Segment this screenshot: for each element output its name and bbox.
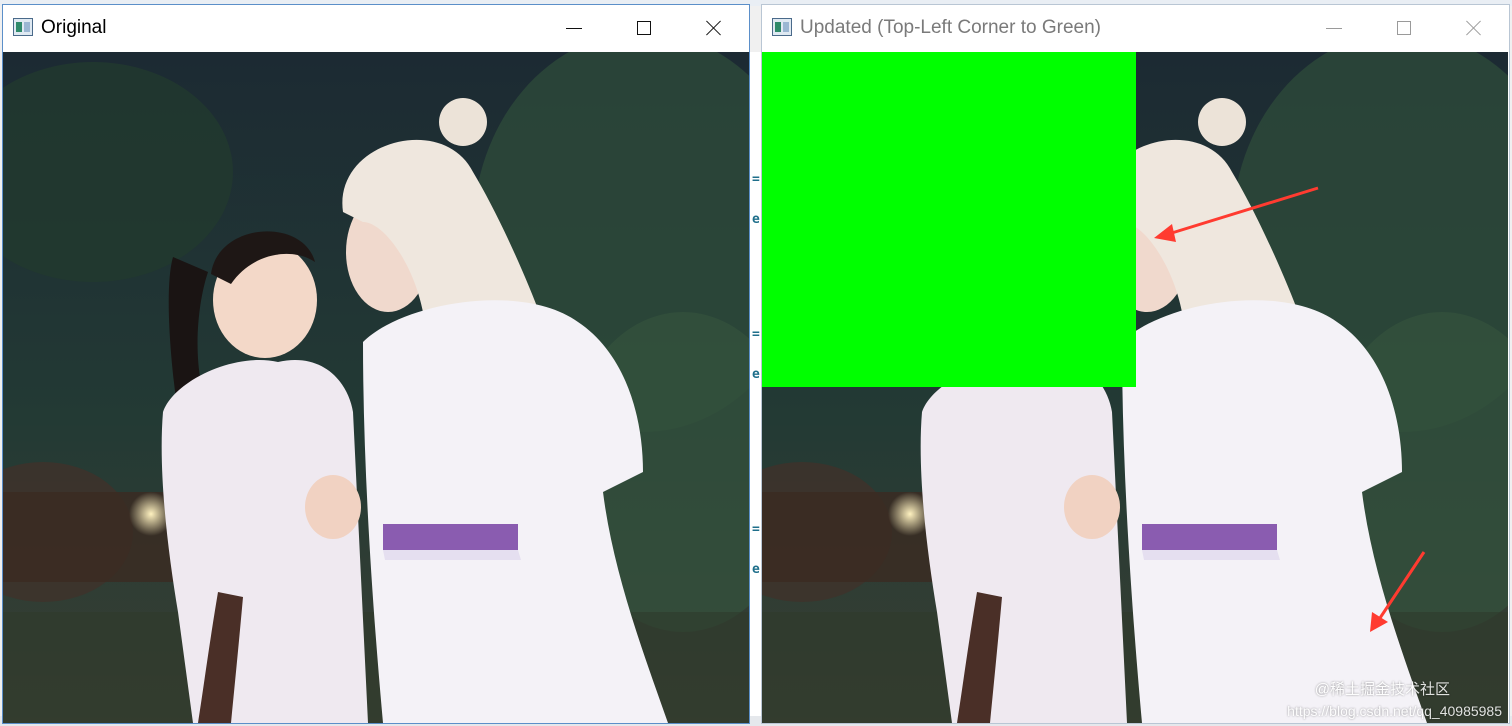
- photo-image: [3, 52, 749, 723]
- green-patch: [762, 52, 1136, 387]
- maximize-button[interactable]: [1369, 5, 1439, 51]
- image-canvas: [3, 52, 749, 723]
- updated-titlebar[interactable]: Updated (Top-Left Corner to Green): [762, 5, 1509, 51]
- original-window[interactable]: Original: [2, 4, 750, 724]
- maximize-icon: [637, 21, 651, 35]
- updated-window[interactable]: Updated (Top-Left Corner to Green) @稀土掘金…: [761, 4, 1510, 724]
- minimize-icon: [566, 27, 582, 29]
- app-icon: [13, 18, 33, 36]
- maximize-icon: [1397, 21, 1411, 35]
- maximize-button[interactable]: [609, 5, 679, 51]
- watermark: @稀土掘金技术社区: [1314, 681, 1450, 698]
- window-title: Original: [41, 17, 107, 38]
- close-button[interactable]: [679, 5, 749, 51]
- close-button[interactable]: [1439, 5, 1509, 51]
- window-title: Updated (Top-Left Corner to Green): [800, 17, 1101, 38]
- close-icon: [1466, 20, 1482, 36]
- minimize-button[interactable]: [1299, 5, 1369, 51]
- app-icon: [772, 18, 792, 36]
- close-icon: [706, 20, 722, 36]
- minimize-button[interactable]: [539, 5, 609, 51]
- minimize-icon: [1326, 27, 1342, 29]
- original-titlebar[interactable]: Original: [3, 5, 749, 51]
- image-canvas: @稀土掘金技术社区 https://blog.csdn.net/qq_40985…: [762, 52, 1508, 723]
- watermark-url: https://blog.csdn.net/qq_40985985: [1287, 703, 1502, 719]
